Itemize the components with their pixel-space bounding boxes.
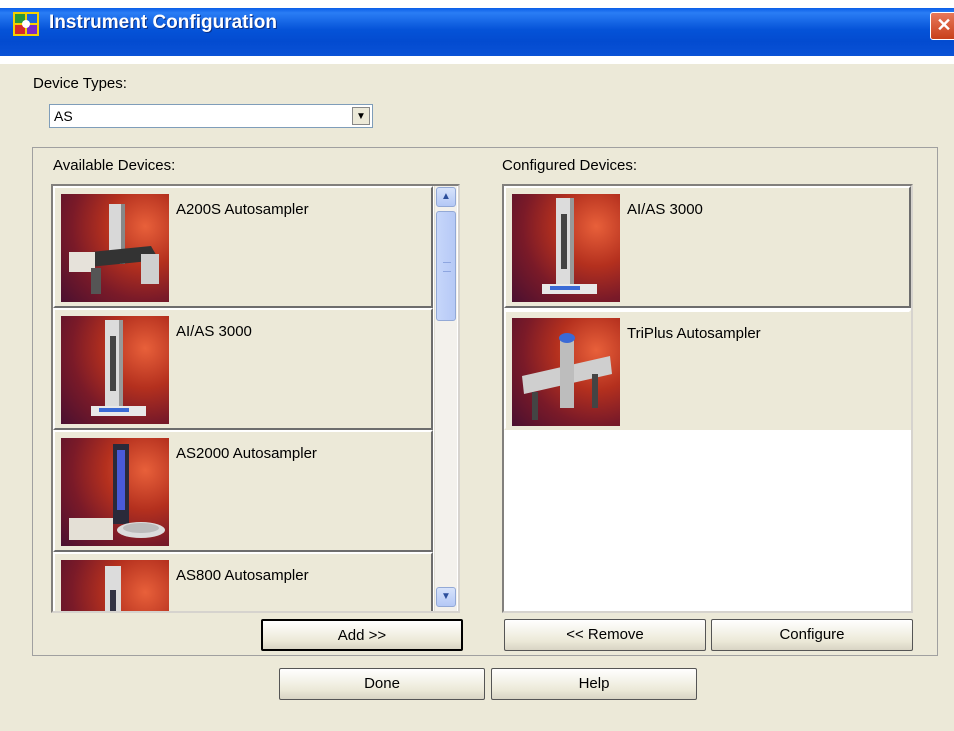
- device-name: AS800 Autosampler: [176, 567, 309, 584]
- a200s-autosampler-image: [61, 194, 169, 302]
- list-item-selected[interactable]: TriPlus Autosampler: [504, 310, 911, 430]
- device-types-label: Device Types:: [33, 75, 127, 92]
- triplus-autosampler-image: [512, 318, 620, 426]
- scrollbar-thumb[interactable]: [436, 211, 456, 321]
- configured-devices-list[interactable]: AI/AS 3000 TriPlus Autosampler: [502, 184, 913, 613]
- chevron-up-icon[interactable]: ▲: [436, 187, 456, 207]
- device-types-value: AS: [54, 108, 73, 124]
- window-title: Instrument Configuration: [49, 12, 277, 33]
- aias-3000-image: [61, 316, 169, 424]
- close-button[interactable]: ✕: [930, 12, 954, 40]
- device-name: TriPlus Autosampler: [627, 325, 761, 342]
- list-item[interactable]: AI/AS 3000: [53, 308, 433, 430]
- chevron-down-icon[interactable]: ▼: [436, 587, 456, 607]
- configured-devices-label: Configured Devices:: [502, 157, 638, 174]
- title-bar: Instrument Configuration ✕: [0, 0, 954, 64]
- device-name: AS2000 Autosampler: [176, 445, 317, 462]
- close-icon: ✕: [936, 15, 952, 35]
- available-list-scrollbar[interactable]: ▲ ▼: [434, 186, 457, 611]
- add-button[interactable]: Add >>: [261, 619, 463, 651]
- available-devices-list[interactable]: A200S Autosampler AI/AS 3000 AS2000 Auto…: [51, 184, 460, 613]
- configure-button[interactable]: Configure: [711, 619, 913, 651]
- list-item[interactable]: AI/AS 3000: [504, 186, 911, 308]
- as800-autosampler-image: [61, 560, 169, 611]
- app-icon: [13, 12, 39, 36]
- aias-3000-image: [512, 194, 620, 302]
- remove-button[interactable]: << Remove: [504, 619, 706, 651]
- device-name: A200S Autosampler: [176, 201, 309, 218]
- device-name: AI/AS 3000: [176, 323, 252, 340]
- list-item[interactable]: A200S Autosampler: [53, 186, 433, 308]
- help-button[interactable]: Help: [491, 668, 697, 700]
- done-button[interactable]: Done: [279, 668, 485, 700]
- list-item[interactable]: AS800 Autosampler: [53, 552, 433, 611]
- device-name: AI/AS 3000: [627, 201, 703, 218]
- as2000-autosampler-image: [61, 438, 169, 546]
- instrument-configuration-dialog: Instrument Configuration ✕ Device Types:…: [0, 0, 954, 731]
- device-types-select[interactable]: AS ▼: [49, 104, 373, 128]
- chevron-down-icon[interactable]: ▼: [352, 107, 370, 125]
- available-devices-label: Available Devices:: [53, 157, 176, 174]
- grip-icon: [443, 262, 451, 272]
- list-item[interactable]: AS2000 Autosampler: [53, 430, 433, 552]
